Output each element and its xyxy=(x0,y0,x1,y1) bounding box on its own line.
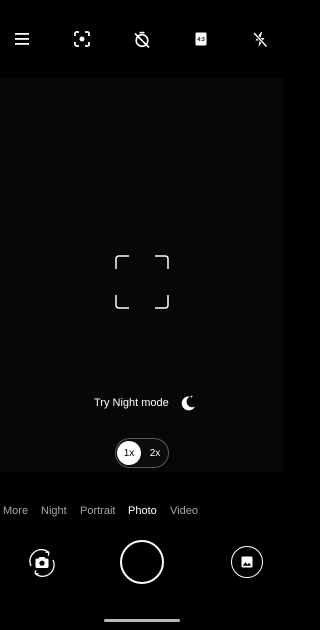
top-toolbar: 4:3 xyxy=(0,0,284,78)
mode-night[interactable]: Night xyxy=(41,505,67,517)
aspect-ratio-label: 4:3 xyxy=(197,37,205,43)
gallery-icon xyxy=(241,556,253,568)
flash-off-icon xyxy=(252,31,268,48)
focus-scan-icon xyxy=(74,31,90,47)
flash-button[interactable] xyxy=(249,28,271,50)
focus-mode-button[interactable] xyxy=(71,28,93,50)
zoom-2x-button[interactable]: 2x xyxy=(143,441,167,465)
night-mode-hint-text: Try Night mode xyxy=(94,397,169,409)
camera-flip-button[interactable] xyxy=(25,546,59,580)
zoom-control: 1x 2x xyxy=(115,438,169,468)
timer-button[interactable] xyxy=(131,28,153,50)
timer-off-icon xyxy=(134,31,150,48)
mode-video[interactable]: Video xyxy=(170,505,198,517)
moon-icon xyxy=(181,395,195,411)
camera-flip-icon xyxy=(29,549,55,577)
mode-portrait[interactable]: Portrait xyxy=(80,505,115,517)
focus-frame xyxy=(115,255,169,309)
night-mode-hint[interactable]: Try Night mode xyxy=(94,393,197,413)
menu-icon xyxy=(15,33,29,45)
gallery-button[interactable] xyxy=(231,546,263,578)
aspect-ratio-icon: 4:3 xyxy=(195,32,207,46)
zoom-1x-button[interactable]: 1x xyxy=(117,441,141,465)
gesture-nav-bar[interactable] xyxy=(104,619,180,622)
mode-photo[interactable]: Photo xyxy=(128,505,157,517)
aspect-ratio-button[interactable]: 4:3 xyxy=(190,28,212,50)
shutter-button[interactable] xyxy=(120,540,164,584)
mode-more[interactable]: More xyxy=(3,505,28,517)
menu-button[interactable] xyxy=(11,28,33,50)
